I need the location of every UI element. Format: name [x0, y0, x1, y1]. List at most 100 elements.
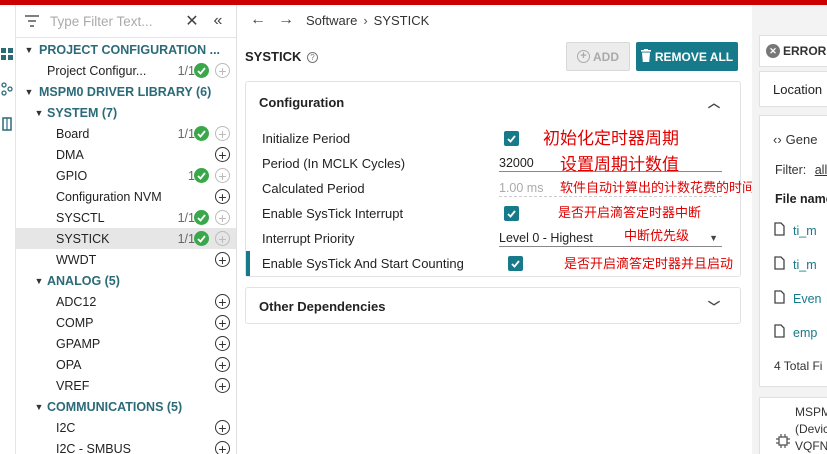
config-label: Period (In MCLK Cycles): [262, 156, 406, 171]
help-icon[interactable]: ?: [306, 52, 318, 64]
activity-rail: [0, 5, 16, 454]
location-header[interactable]: Location: [759, 71, 827, 107]
sidebar-item-sysctl[interactable]: SYSCTL 1/1 +: [16, 207, 236, 228]
checkbox[interactable]: [508, 256, 523, 271]
sidebar-item-gpamp[interactable]: GPAMP +: [16, 333, 236, 354]
add-circle-icon[interactable]: +: [215, 336, 230, 351]
other-dependencies-section: Other Dependencies ﹀: [245, 287, 741, 324]
clear-filter-icon[interactable]: ✕: [184, 13, 200, 30]
hierarchy-icon[interactable]: [0, 82, 14, 96]
chevron-down-icon: ▼: [34, 107, 44, 118]
section-title: Configuration: [259, 94, 345, 110]
tree-item-label: ADC12: [56, 294, 97, 309]
filter-bar: Type Filter Text... ✕ «: [16, 5, 236, 38]
tree-item-project-configuration[interactable]: Project Configur... 1/1 +: [16, 60, 236, 81]
chevron-down-icon: ▼: [24, 86, 34, 97]
add-circle-icon[interactable]: +: [215, 357, 230, 372]
tree-item-count: 1/1: [177, 231, 195, 246]
checkbox[interactable]: [504, 206, 519, 221]
sidebar-item-configuration-nvm[interactable]: Configuration NVM +: [16, 186, 236, 207]
module-editor: ← → Software › SYSTICK SYSTICK ? + ADD R…: [238, 5, 755, 454]
tree-item-label: VREF: [56, 378, 90, 393]
tree-item-label: SYSCTL: [56, 210, 105, 225]
sidebar-item-board[interactable]: Board 1/1 +: [16, 123, 236, 144]
tree-group-analog[interactable]: ▼ ANALOG (5): [16, 270, 236, 291]
file-link[interactable]: Even: [774, 290, 822, 307]
add-circle-icon[interactable]: +: [215, 315, 230, 330]
page-title: SYSTICK ?: [245, 49, 318, 64]
add-circle-icon[interactable]: +: [215, 252, 230, 267]
add-circle-icon[interactable]: +: [215, 168, 230, 183]
tree-item-count: 1/1: [177, 210, 195, 225]
breadcrumb-current: SYSTICK: [373, 12, 430, 28]
panel-icon[interactable]: [0, 117, 14, 131]
file-link[interactable]: emp: [774, 324, 817, 341]
generated-label: Gene: [785, 132, 818, 147]
add-circle-icon[interactable]: +: [215, 126, 230, 141]
collapse-panel-icon[interactable]: «: [210, 12, 226, 29]
forward-arrow-icon[interactable]: →: [278, 11, 294, 29]
add-circle-icon[interactable]: +: [215, 420, 230, 435]
chevron-down-icon: ▼: [24, 44, 34, 55]
sidebar-item-adc12[interactable]: ADC12 +: [16, 291, 236, 312]
remove-all-button[interactable]: REMOVE ALL: [636, 42, 738, 71]
section-title: Other Dependencies: [259, 299, 386, 314]
tree-group-system[interactable]: ▼ SYSTEM (7): [16, 102, 236, 123]
module-tree-panel: Type Filter Text... ✕ « ▼ PROJECT CONFIG…: [16, 5, 237, 454]
breadcrumb-software[interactable]: Software: [306, 13, 357, 28]
check-circle-icon: [194, 168, 209, 183]
sidebar-item-comp[interactable]: COMP +: [16, 312, 236, 333]
chevron-down-icon[interactable]: ﹀: [708, 298, 720, 315]
filter-value: all: [814, 163, 827, 177]
filter-label: Filter:: [775, 163, 807, 177]
config-label: Calculated Period: [262, 181, 365, 196]
tree-group-communications[interactable]: ▼ COMMUNICATIONS (5): [16, 396, 236, 417]
annotation-start: 是否开启滴答定时器并且启动: [564, 257, 734, 272]
errors-label: ERRORS: [783, 44, 827, 58]
file-filter[interactable]: Filter: all: [775, 163, 827, 177]
add-circle-icon[interactable]: +: [215, 147, 230, 162]
tree-item-label: Configuration NVM: [56, 189, 162, 204]
remove-all-label: REMOVE ALL: [654, 49, 734, 64]
sidebar-item-dma[interactable]: DMA +: [16, 144, 236, 165]
code-icon: ‹›: [773, 132, 782, 147]
config-label: Enable SysTick And Start Counting: [262, 256, 464, 271]
grid-icon[interactable]: [0, 47, 14, 61]
configuration-header[interactable]: Configuration ︿: [246, 82, 740, 122]
filter-icon[interactable]: [24, 13, 40, 29]
config-label: Interrupt Priority: [262, 231, 355, 246]
add-circle-icon[interactable]: +: [215, 210, 230, 225]
caret-down-icon: ▼: [709, 232, 718, 243]
add-circle-icon[interactable]: +: [215, 378, 230, 393]
checkbox[interactable]: [504, 131, 519, 146]
page-title-text: SYSTICK: [245, 49, 302, 64]
chevron-down-icon: ▼: [34, 275, 44, 286]
tree-item-label: Project Configur...: [47, 63, 147, 78]
sidebar-item-wwdt[interactable]: WWDT +: [16, 249, 236, 270]
tree-group-driver-library[interactable]: ▼ MSPM0 DRIVER LIBRARY (6): [16, 81, 236, 102]
file-link[interactable]: ti_m: [774, 256, 817, 273]
add-circle-icon[interactable]: +: [215, 294, 230, 309]
add-circle-icon[interactable]: +: [215, 63, 230, 78]
sidebar-item-i2c[interactable]: I2C +: [16, 417, 236, 438]
other-dependencies-header[interactable]: Other Dependencies ﹀: [246, 288, 740, 325]
sidebar-item-opa[interactable]: OPA +: [16, 354, 236, 375]
add-button[interactable]: + ADD: [566, 42, 630, 71]
chevron-up-icon[interactable]: ︿: [708, 94, 720, 111]
back-arrow-icon[interactable]: ←: [250, 11, 266, 29]
add-circle-icon[interactable]: +: [215, 189, 230, 204]
sidebar-item-vref[interactable]: VREF +: [16, 375, 236, 396]
tree-group-label: ANALOG (5): [47, 273, 120, 288]
add-button-label: ADD: [593, 49, 619, 64]
sidebar-item-i2c-smbus[interactable]: I2C - SMBUS +: [16, 438, 236, 454]
tree-group-project-configuration[interactable]: ▼ PROJECT CONFIGURATION ...: [16, 39, 236, 60]
file-name: ti_m: [793, 223, 817, 238]
errors-tab[interactable]: ✕ ERRORS: [759, 35, 827, 67]
filter-input[interactable]: Type Filter Text...: [50, 14, 184, 29]
add-circle-icon[interactable]: +: [215, 231, 230, 246]
sidebar-item-gpio[interactable]: GPIO 1 +: [16, 165, 236, 186]
sidebar-item-systick[interactable]: SYSTICK 1/1 +: [16, 228, 236, 249]
file-icon: [774, 324, 785, 341]
file-link[interactable]: ti_m: [774, 222, 817, 239]
add-circle-icon[interactable]: +: [215, 441, 230, 454]
